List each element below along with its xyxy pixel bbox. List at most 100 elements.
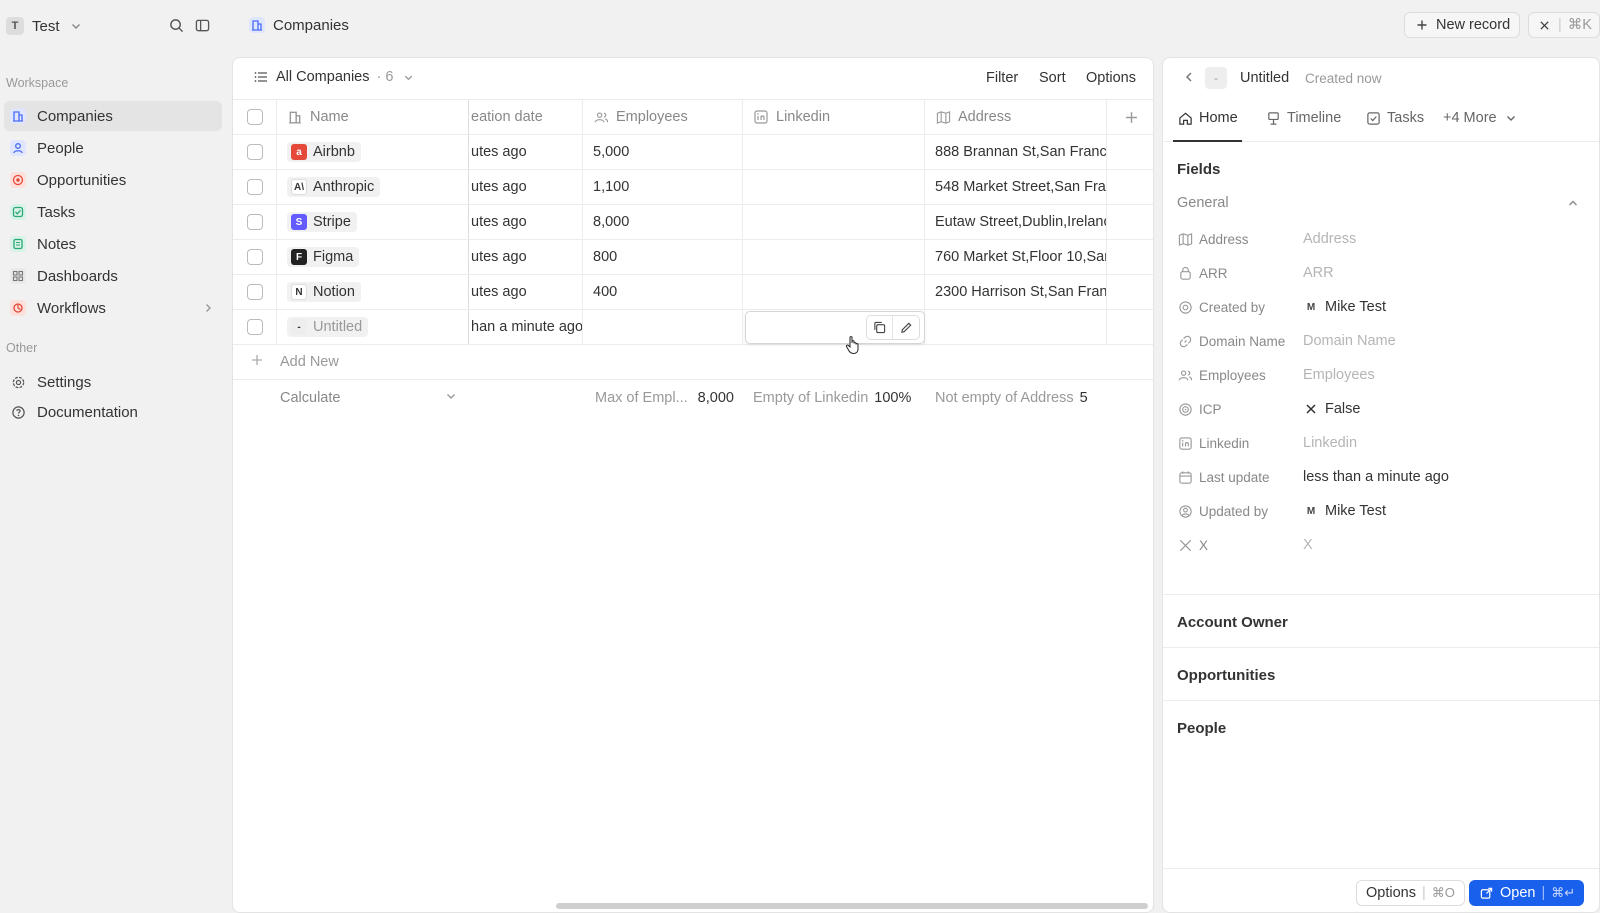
column-header-creation-date[interactable]: eation date bbox=[469, 100, 583, 134]
address-cell[interactable] bbox=[925, 310, 1107, 344]
employees-cell[interactable]: 5,000 bbox=[583, 135, 743, 169]
employees-cell[interactable] bbox=[583, 310, 743, 344]
field-row-last-update[interactable]: Last update less than a minute ago bbox=[1177, 465, 1577, 489]
add-column-button[interactable] bbox=[1107, 100, 1153, 134]
table-row[interactable]: A\ Anthropic utes ago 1,100 548 Market S… bbox=[233, 170, 1153, 205]
company-chip[interactable]: N Notion bbox=[287, 282, 361, 302]
chevron-right-icon[interactable] bbox=[200, 300, 216, 316]
row-checkbox[interactable] bbox=[246, 284, 263, 300]
section-account-owner[interactable]: Account Owner bbox=[1177, 614, 1288, 631]
field-value[interactable]: less than a minute ago bbox=[1303, 469, 1449, 485]
employees-cell[interactable]: 800 bbox=[583, 240, 743, 274]
row-checkbox[interactable] bbox=[246, 144, 263, 160]
employees-cell[interactable]: 1,100 bbox=[583, 170, 743, 204]
field-value[interactable]: Domain Name bbox=[1303, 333, 1396, 349]
select-all-checkbox[interactable] bbox=[246, 109, 263, 125]
close-button[interactable]: | ⌘K bbox=[1528, 12, 1600, 38]
sidebar-item-tasks[interactable]: Tasks bbox=[4, 197, 222, 227]
sidebar-toggle-icon[interactable] bbox=[194, 17, 210, 33]
aggregate-employees[interactable]: Max of Empl... 8,000 bbox=[595, 390, 734, 406]
field-value[interactable]: False bbox=[1303, 401, 1360, 417]
new-record-button[interactable]: New record bbox=[1404, 12, 1521, 38]
record-title[interactable]: Untitled bbox=[1240, 70, 1289, 86]
field-value[interactable]: Linkedin bbox=[1303, 435, 1357, 451]
field-row-linkedin[interactable]: Linkedin Linkedin bbox=[1177, 431, 1577, 455]
field-value[interactable]: X bbox=[1303, 537, 1313, 553]
tab-tasks[interactable]: Tasks bbox=[1365, 110, 1424, 126]
chevron-up-icon[interactable] bbox=[1567, 197, 1579, 209]
creation-date-cell[interactable]: utes ago bbox=[469, 205, 583, 239]
table-row[interactable]: S Stripe utes ago 8,000 Eutaw Street,Dub… bbox=[233, 205, 1153, 240]
column-header-employees[interactable]: Employees bbox=[583, 100, 743, 134]
sidebar-item-notes[interactable]: Notes bbox=[4, 229, 222, 259]
sidebar-item-opportunities[interactable]: Opportunities bbox=[4, 165, 222, 195]
sort-button[interactable]: Sort bbox=[1039, 70, 1066, 86]
field-row-created-by[interactable]: Created by M Mike Test bbox=[1177, 295, 1577, 319]
company-chip[interactable]: S Stripe bbox=[287, 212, 357, 232]
linkedin-cell[interactable] bbox=[743, 135, 925, 169]
aggregate-address[interactable]: Not empty of Address 5 bbox=[935, 390, 1088, 406]
options-button[interactable]: Options bbox=[1086, 70, 1136, 86]
sidebar-item-people[interactable]: People bbox=[4, 133, 222, 163]
field-row-address[interactable]: Address Address bbox=[1177, 227, 1577, 251]
column-header-linkedin[interactable]: Linkedin bbox=[743, 100, 925, 134]
table-row[interactable]: N Notion utes ago 400 2300 Harrison St,S… bbox=[233, 275, 1153, 310]
field-row-employees[interactable]: Employees Employees bbox=[1177, 363, 1577, 387]
linkedin-cell[interactable] bbox=[743, 205, 925, 239]
tab-home[interactable]: Home bbox=[1177, 110, 1238, 126]
table-row[interactable]: a Airbnb utes ago 5,000 888 Brannan St,S… bbox=[233, 135, 1153, 170]
column-header-address[interactable]: Address bbox=[925, 100, 1107, 134]
creation-date-cell[interactable]: han a minute ago bbox=[469, 310, 583, 344]
creation-date-cell[interactable]: utes ago bbox=[469, 170, 583, 204]
company-chip[interactable]: A\ Anthropic bbox=[287, 177, 381, 197]
linkedin-cell-hover[interactable] bbox=[745, 311, 925, 344]
search-icon[interactable] bbox=[168, 17, 184, 33]
calculate-button[interactable]: Calculate bbox=[280, 390, 340, 406]
field-row-arr[interactable]: ARR ARR bbox=[1177, 261, 1577, 285]
field-row-icp[interactable]: ICP False bbox=[1177, 397, 1577, 421]
company-chip[interactable]: - Untitled bbox=[287, 317, 369, 337]
sidebar-item-companies[interactable]: Companies bbox=[4, 101, 222, 131]
address-cell[interactable]: Eutaw Street,Dublin,Irelanc bbox=[925, 205, 1107, 239]
section-opportunities[interactable]: Opportunities bbox=[1177, 667, 1275, 684]
general-heading[interactable]: General bbox=[1177, 195, 1229, 211]
address-cell[interactable]: 888 Brannan St,San Franci bbox=[925, 135, 1107, 169]
tab-timeline[interactable]: Timeline bbox=[1265, 110, 1341, 126]
linkedin-cell[interactable] bbox=[743, 170, 925, 204]
creation-date-cell[interactable]: utes ago bbox=[469, 135, 583, 169]
view-picker[interactable]: All Companies · 6 bbox=[253, 69, 416, 85]
field-value[interactable]: Employees bbox=[1303, 367, 1375, 383]
address-cell[interactable]: 2300 Harrison St,San Fran bbox=[925, 275, 1107, 309]
copy-icon[interactable] bbox=[867, 316, 893, 339]
workspace-switcher[interactable]: T Test bbox=[6, 14, 84, 38]
creation-date-cell[interactable]: utes ago bbox=[469, 275, 583, 309]
field-value[interactable]: ARR bbox=[1303, 265, 1334, 281]
sidebar-item-dashboards[interactable]: Dashboards bbox=[4, 261, 222, 291]
sidebar-item-documentation[interactable]: Documentation bbox=[4, 397, 222, 427]
aggregate-linkedin[interactable]: Empty of Linkedin 100% bbox=[753, 390, 911, 406]
section-people[interactable]: People bbox=[1177, 720, 1226, 737]
creation-date-cell[interactable]: utes ago bbox=[469, 240, 583, 274]
sidebar-item-workflows[interactable]: Workflows bbox=[4, 293, 222, 323]
field-row-domain-name[interactable]: Domain Name Domain Name bbox=[1177, 329, 1577, 353]
row-checkbox[interactable] bbox=[246, 214, 263, 230]
add-new-row[interactable]: Add New bbox=[233, 345, 1153, 380]
field-value[interactable]: Address bbox=[1303, 231, 1356, 247]
linkedin-cell[interactable] bbox=[743, 275, 925, 309]
linkedin-cell[interactable] bbox=[743, 240, 925, 274]
company-chip[interactable]: a Airbnb bbox=[287, 142, 361, 162]
tab-more[interactable]: +4 More bbox=[1443, 110, 1519, 126]
row-checkbox[interactable] bbox=[246, 319, 263, 335]
address-cell[interactable]: 760 Market St,Floor 10,Sar bbox=[925, 240, 1107, 274]
chevron-down-icon[interactable] bbox=[445, 390, 457, 402]
field-row-x[interactable]: X X bbox=[1177, 533, 1577, 557]
address-cell[interactable]: 548 Market Street,San Fra bbox=[925, 170, 1107, 204]
company-chip[interactable]: F Figma bbox=[287, 247, 360, 267]
table-row[interactable]: F Figma utes ago 800 760 Market St,Floor… bbox=[233, 240, 1153, 275]
open-button[interactable]: Open | ⌘↵ bbox=[1469, 880, 1585, 906]
row-checkbox[interactable] bbox=[246, 179, 263, 195]
field-value[interactable]: M Mike Test bbox=[1303, 299, 1386, 315]
options-footer-button[interactable]: Options | ⌘O bbox=[1356, 880, 1465, 906]
employees-cell[interactable]: 400 bbox=[583, 275, 743, 309]
filter-button[interactable]: Filter bbox=[986, 70, 1018, 86]
